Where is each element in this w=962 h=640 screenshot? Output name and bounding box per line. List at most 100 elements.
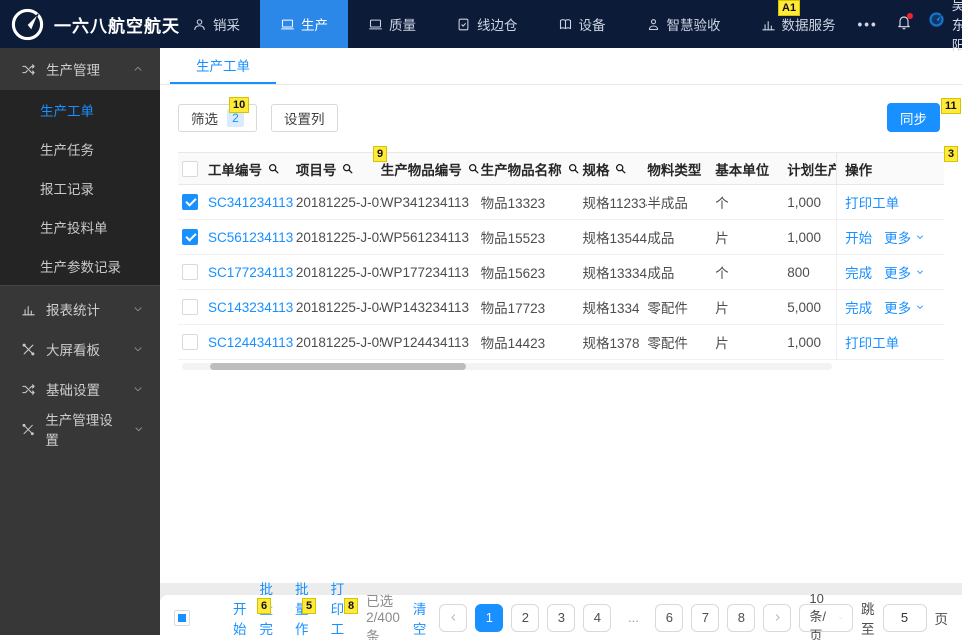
tab-production-workorder[interactable]: 生产工单	[170, 48, 276, 84]
sidebar-item-material-feeding[interactable]: 生产投料单	[0, 207, 160, 246]
table-row: SC341234113 20181225-J-01 WP341234113 物品…	[178, 185, 944, 220]
column-settings-button[interactable]: 设置列	[271, 104, 338, 132]
planned-qty: 1,000	[787, 195, 821, 210]
footer-select-all-checkbox[interactable]	[174, 610, 190, 626]
row-checkbox[interactable]	[182, 229, 198, 245]
column-header-actions: 操作	[845, 159, 872, 179]
annotation-badge-8: 8	[344, 598, 358, 614]
page-button-6[interactable]: 6	[655, 604, 683, 632]
action-complete[interactable]: 完成	[845, 262, 872, 282]
nav-item-line-warehouse[interactable]: 线边仓	[436, 0, 538, 48]
order-no-link[interactable]: SC341234113	[208, 195, 293, 210]
row-checkbox[interactable]	[182, 264, 198, 280]
jump-page-input[interactable]	[883, 604, 927, 632]
row-checkbox[interactable]	[182, 299, 198, 315]
planned-qty: 1,000	[787, 335, 821, 350]
primary-nav: 销采 生产 质量 线边仓 设备 智慧验收 数据服务	[172, 0, 856, 48]
sidebar-item-parameter-record[interactable]: 生产参数记录	[0, 246, 160, 285]
order-no-link[interactable]: SC124434113	[208, 335, 293, 350]
action-more[interactable]: 更多	[884, 227, 925, 247]
sidebar-group-dashboard[interactable]: 大屏看板	[0, 329, 160, 369]
more-menu-button[interactable]: •••	[856, 17, 880, 32]
footer-bar: 开始 批量完成 批量作废 打印工单 已选2/400 条 清空 1 2 3 4 .…	[160, 595, 962, 640]
username: 吴东阳	[952, 0, 962, 54]
sync-button[interactable]: 同步	[887, 103, 940, 132]
action-start[interactable]: 开始	[845, 227, 872, 247]
action-complete[interactable]: 完成	[845, 297, 872, 317]
action-more[interactable]: 更多	[884, 297, 925, 317]
brand[interactable]: 一六八航空航天	[0, 0, 158, 48]
search-icon[interactable]	[467, 162, 480, 175]
table-row: SC143234113 20181225-J-04 WP143234113 物品…	[178, 290, 944, 325]
sidebar-group-production-management[interactable]: 生产管理	[0, 48, 160, 90]
item-name: 物品14423	[481, 332, 546, 352]
page-button-3[interactable]: 3	[547, 604, 575, 632]
clear-selection-button[interactable]: 清空	[413, 598, 427, 638]
sidebar-group-report-statistics[interactable]: 报表统计	[0, 289, 160, 329]
sidebar-bottom-strip	[0, 635, 160, 640]
chevron-down-icon	[132, 303, 144, 315]
tools-icon	[21, 422, 35, 437]
material-type: 零配件	[647, 297, 688, 317]
tab-label: 生产工单	[196, 55, 250, 75]
sidebar-group-label: 生产管理	[46, 59, 100, 79]
bar-chart-icon	[21, 302, 36, 317]
chevron-left-icon	[448, 612, 459, 623]
sidebar-item-work-report[interactable]: 报工记录	[0, 168, 160, 207]
column-header-spec: 规格	[582, 159, 609, 179]
planned-qty: 1,000	[787, 230, 821, 245]
sidebar-item-production-task[interactable]: 生产任务	[0, 129, 160, 168]
nav-item-equipment[interactable]: 设备	[538, 0, 626, 48]
page-button-4[interactable]: 4	[583, 604, 611, 632]
action-more[interactable]: 更多	[884, 262, 925, 282]
column-header-material-type: 物料类型	[647, 159, 701, 179]
user-icon	[192, 17, 207, 32]
sidebar-item-label: 生产任务	[40, 139, 94, 159]
project-no: 20181225-J-03	[296, 265, 381, 280]
nav-item-quality[interactable]: 质量	[348, 0, 436, 48]
nav-item-smart-acceptance[interactable]: 智慧验收	[626, 0, 741, 48]
search-icon[interactable]	[567, 162, 580, 175]
item-code: WP124434113	[381, 335, 469, 350]
order-no-link[interactable]: SC177234113	[208, 265, 293, 280]
sidebar-group-basic-settings[interactable]: 基础设置	[0, 369, 160, 409]
notification-bell-icon[interactable]	[896, 14, 912, 34]
next-page-button[interactable]	[763, 604, 791, 632]
sidebar-group-production-settings[interactable]: 生产管理设置	[0, 409, 160, 449]
horizontal-scrollbar	[178, 362, 944, 372]
user-badge-icon	[646, 17, 661, 32]
sidebar-group-label: 大屏看板	[46, 339, 100, 359]
row-checkbox[interactable]	[182, 334, 198, 350]
annotation-badge-10: 10	[229, 97, 249, 113]
start-batch-button[interactable]: 开始	[233, 598, 247, 638]
sidebar-collapsed-groups: 报表统计 大屏看板 基础设置 生产管理设置	[0, 285, 160, 449]
scrollbar-thumb[interactable]	[210, 363, 466, 370]
search-icon[interactable]	[614, 162, 627, 175]
page-button-8[interactable]: 8	[727, 604, 755, 632]
order-no-link[interactable]: SC143234113	[208, 300, 293, 315]
page-button-2[interactable]: 2	[511, 604, 539, 632]
sidebar-item-production-workorder[interactable]: 生产工单	[0, 90, 160, 129]
page-button-7[interactable]: 7	[691, 604, 719, 632]
order-no-link[interactable]: SC561234113	[208, 230, 293, 245]
nav-item-production[interactable]: 生产	[260, 0, 348, 48]
chevron-right-icon	[772, 612, 783, 623]
prev-page-button[interactable]	[439, 604, 467, 632]
row-checkbox[interactable]	[182, 194, 198, 210]
nav-item-procurement[interactable]: 销采	[172, 0, 260, 48]
action-print-workorder[interactable]: 打印工单	[845, 192, 899, 212]
action-print-workorder[interactable]: 打印工单	[845, 332, 899, 352]
project-no: 20181225-J-04	[296, 300, 381, 315]
page-button-1[interactable]: 1	[475, 604, 503, 632]
search-icon[interactable]	[341, 162, 354, 175]
book-icon	[558, 17, 573, 32]
annotation-badge-a1: A1	[778, 0, 800, 16]
search-icon[interactable]	[267, 162, 280, 175]
select-all-checkbox[interactable]	[182, 161, 198, 177]
nav-item-label: 销采	[213, 14, 240, 34]
base-unit: 片	[715, 297, 729, 317]
chevron-down-icon	[133, 423, 144, 435]
user-menu[interactable]: 吴东阳	[928, 0, 962, 54]
page-size-select[interactable]: 10条/页	[799, 604, 853, 632]
item-name: 物品15623	[481, 262, 546, 282]
